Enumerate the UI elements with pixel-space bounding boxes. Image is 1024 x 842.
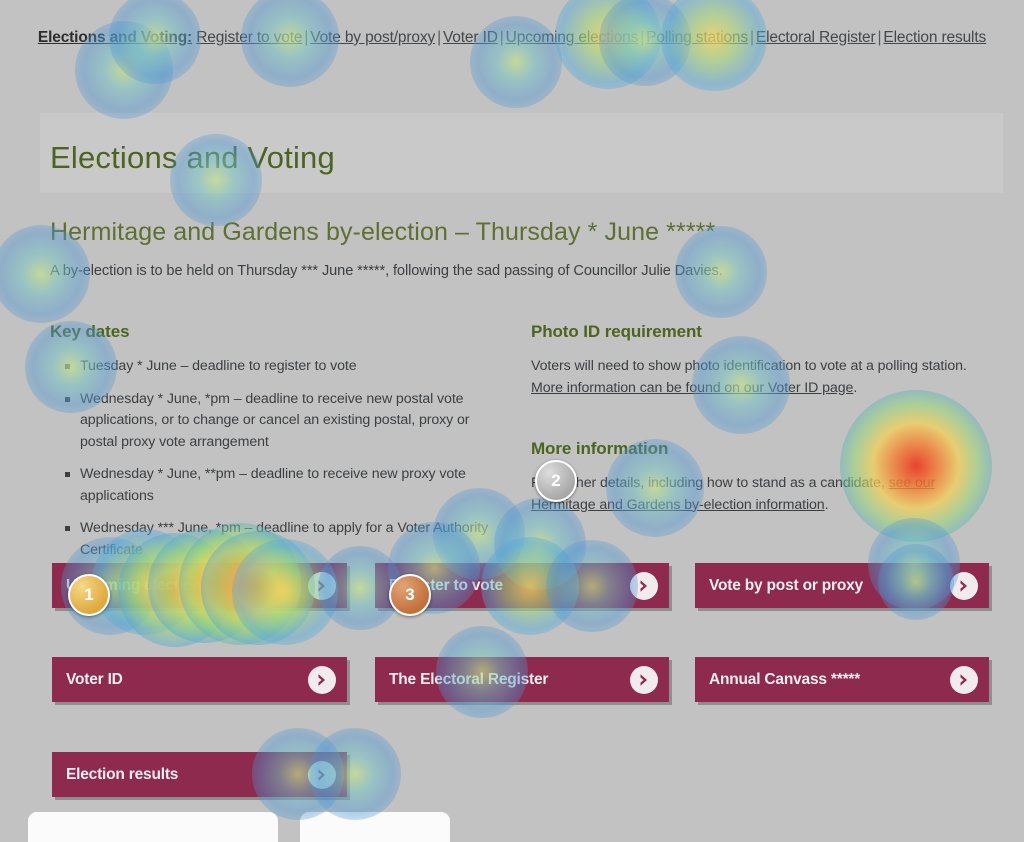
photo-id-text-before: Voters will need to show photo identific…: [531, 358, 967, 374]
tile-annual-canvass[interactable]: Annual Canvass *****: [695, 657, 989, 702]
list-item: Wednesday *** June, *pm – deadline to ap…: [65, 518, 510, 561]
key-dates-list: Tuesday * June – deadline to register to…: [50, 356, 510, 561]
page-root: Elections and Voting: Register to vote | V…: [0, 0, 1024, 842]
chevron-right-icon: [630, 571, 658, 600]
nav-link-register-to-vote[interactable]: Register to vote: [196, 29, 302, 46]
photo-id-heading: Photo ID requirement: [531, 322, 702, 341]
nav-link-upcoming-elections[interactable]: Upcoming elections: [506, 29, 639, 46]
tile-label: The Electoral Register: [389, 670, 549, 688]
more-information-paragraph: For further details, including how to st…: [531, 473, 991, 516]
tile-label: Vote by post or proxy: [709, 576, 863, 594]
nav-title: Elections and Voting:: [37, 29, 193, 46]
more-information-heading: More information: [531, 439, 669, 458]
order-marker-3: 3: [389, 574, 431, 616]
tile-election-results[interactable]: Election results: [52, 752, 347, 797]
list-item: Wednesday * June, **pm – deadline to rec…: [65, 464, 510, 507]
nav-separator: |: [437, 29, 441, 46]
chevron-right-icon: [950, 571, 978, 600]
chevron-right-icon: [308, 760, 336, 789]
nav-link-vote-by-post-proxy[interactable]: Vote by post/proxy: [310, 29, 435, 46]
photo-id-text-after: .: [853, 379, 858, 396]
list-item: Wednesday * June, *pm – deadline to rece…: [65, 389, 510, 454]
order-marker-2: 2: [535, 460, 577, 502]
chevron-right-icon: [950, 665, 978, 694]
key-dates-heading: Key dates: [50, 322, 130, 341]
page-title: Elections and Voting: [50, 140, 335, 175]
voter-id-page-link[interactable]: More information can be found on our Vot…: [531, 380, 853, 396]
nav-separator: |: [749, 29, 754, 46]
nav-link-election-results[interactable]: Election results: [883, 29, 986, 46]
tile-the-electoral-register[interactable]: The Electoral Register: [375, 657, 669, 702]
chevron-right-icon: [308, 571, 336, 600]
chevron-right-icon: [308, 665, 336, 694]
tile-label: Election results: [66, 765, 179, 783]
order-marker-1: 1: [68, 574, 110, 616]
nav-separator: |: [499, 29, 504, 46]
nav-link-polling-stations[interactable]: Polling stations: [646, 29, 748, 46]
by-election-subheading: Hermitage and Gardens by-election – Thur…: [50, 218, 716, 246]
tile-voter-id[interactable]: Voter ID: [52, 657, 347, 702]
nav-links-container: Register to vote | Vote by post/proxy | Vote…: [196, 29, 986, 46]
chevron-right-icon: [630, 665, 658, 694]
more-info-text-before: For further details, including how to st…: [531, 475, 889, 491]
breadcrumb-nav: Elections and Voting: Register to vote | V…: [0, 24, 1024, 51]
info-column: Photo ID requirement Voters will need to…: [531, 322, 991, 516]
nav-separator: |: [640, 29, 645, 46]
more-info-text-after: .: [824, 496, 829, 513]
tile-label: Voter ID: [66, 670, 123, 688]
tile-label: Annual Canvass *****: [709, 670, 861, 688]
list-item: Tuesday * June – deadline to register to…: [65, 356, 510, 378]
bottom-card-left[interactable]: [28, 812, 278, 842]
tile-vote-by-post-or-proxy[interactable]: Vote by post or proxy: [695, 563, 989, 608]
key-dates-column: Key dates Tuesday * June – deadline to r…: [50, 322, 510, 572]
intro-paragraph: A by-election is to be held on Thursday …: [50, 263, 723, 279]
bottom-card-right[interactable]: [300, 812, 450, 842]
nav-link-voter-id[interactable]: Voter ID: [443, 29, 498, 46]
nav-link-electoral-register[interactable]: Electoral Register: [756, 29, 876, 46]
photo-id-paragraph: Voters will need to show photo identific…: [531, 356, 991, 399]
